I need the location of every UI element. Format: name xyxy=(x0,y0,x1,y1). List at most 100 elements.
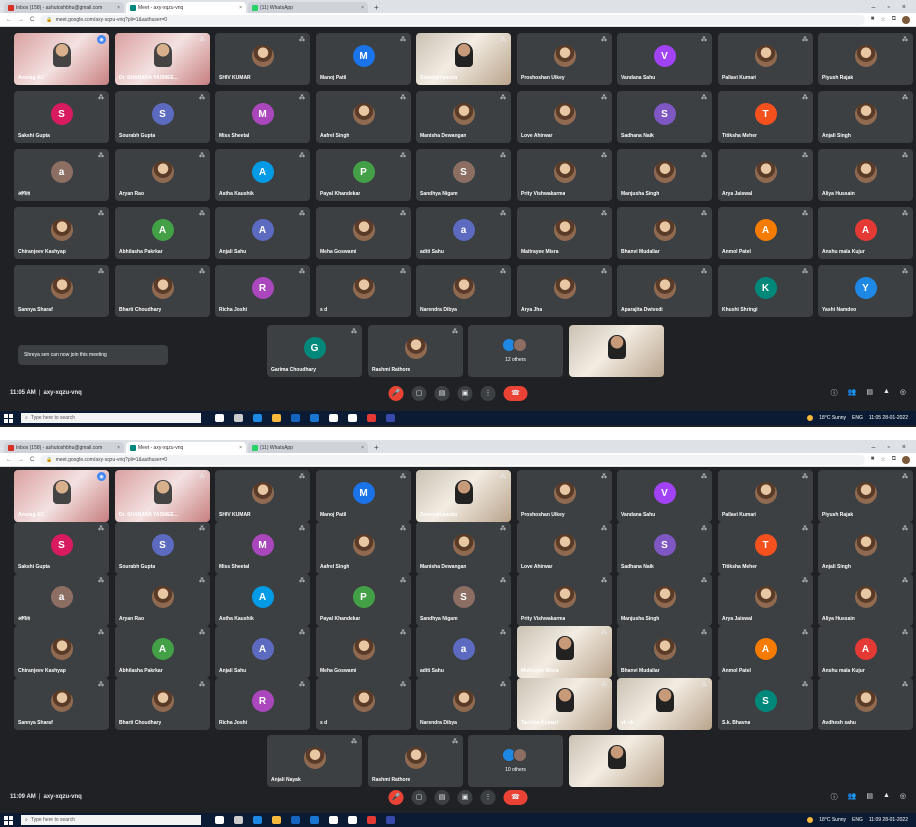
participant-tile[interactable]: ⁂ Aparajita Dwivedi xyxy=(617,265,712,317)
participant-tile[interactable]: ⁂ Pallavi Kumari xyxy=(718,470,813,522)
app2-icon[interactable] xyxy=(348,816,357,824)
participant-tile[interactable]: ⁂ s d xyxy=(316,678,411,730)
participant-tile[interactable]: ⁂ Arya Jha xyxy=(517,265,612,317)
taskbar-search[interactable]: ⌕ Type here to search xyxy=(21,413,201,423)
participant-tile[interactable]: ⁂ Rashmi Rathore xyxy=(368,735,463,787)
close-icon[interactable]: × xyxy=(902,2,906,13)
participant-tile[interactable]: Y ⁂ Yashi Namdeo xyxy=(818,265,913,317)
edge-icon[interactable] xyxy=(253,816,262,824)
participant-tile[interactable]: ⁂ SHIV KUMAR xyxy=(215,470,310,522)
mic-off-button[interactable]: 🎤 xyxy=(388,385,404,401)
activities-icon[interactable]: ▲ xyxy=(883,792,890,802)
participant-tile[interactable]: a ⁂ अर्पिता xyxy=(14,574,109,626)
participant-tile[interactable]: ⁂◉Anurag AC xyxy=(14,33,109,85)
browser-tab[interactable]: Meet - axy-xqzu-vnq × xyxy=(126,442,246,453)
clock[interactable]: 11:09 28-01-2022 xyxy=(869,817,908,823)
activities-icon[interactable]: ▲ xyxy=(883,388,890,398)
mic-off-button[interactable]: 🎤 xyxy=(388,789,404,805)
participant-tile[interactable]: ⁂ Avdhesh sahu xyxy=(818,678,913,730)
participant-tile[interactable]: ⁂ Sannya Sharaf xyxy=(14,678,109,730)
participant-tile[interactable]: M ⁂ Manoj Patil xyxy=(316,470,411,522)
participant-tile[interactable]: G ⁂ Garima Choudhary xyxy=(267,325,362,377)
participant-tile[interactable]: ⁂ Aafrel Singh xyxy=(316,522,411,574)
url-field[interactable]: 🔒 meet.google.com/axy-xqzu-vnq?pli=1&aut… xyxy=(40,454,865,465)
browser-tab[interactable]: Inbox (158) - ashutoshbhu@gmail.com × xyxy=(4,2,124,13)
reload-icon[interactable]: C xyxy=(30,457,34,463)
participant-tile[interactable]: M ⁂ Manoj Patil xyxy=(316,33,411,85)
more-options-button[interactable]: ⋮ xyxy=(480,789,496,805)
participant-tile[interactable]: ⁂ Rashmi Rathore xyxy=(368,325,463,377)
participant-tile[interactable]: S ⁂ Sandhya Nigam xyxy=(416,574,511,626)
star-icon[interactable]: ☆ xyxy=(880,456,885,464)
maximize-icon[interactable]: ▫ xyxy=(887,442,889,453)
captions-button[interactable]: ▤ xyxy=(434,385,450,401)
participant-tile[interactable]: R ⁂ Richa Joshi xyxy=(215,265,310,317)
participant-tile[interactable]: ⁂ Bhanvi Mudaliar xyxy=(617,626,712,678)
participant-tile[interactable]: ⁂ Bhanvi Mudaliar xyxy=(617,207,712,259)
participant-tile[interactable]: ⁂ Love Ahirwar xyxy=(517,522,612,574)
participant-tile[interactable]: K ⁂ Khushi Shringi xyxy=(718,265,813,317)
tab-close-icon[interactable]: × xyxy=(361,445,364,451)
info-icon[interactable]: ⓘ xyxy=(831,388,838,398)
host-controls-icon[interactable]: ◎ xyxy=(900,388,906,398)
participant-tile[interactable]: ⁂ Somenjit panda xyxy=(416,470,511,522)
minimize-icon[interactable]: – xyxy=(872,2,876,13)
participant-tile[interactable]: 12 others xyxy=(468,325,563,377)
participant-tile[interactable]: ⁂ s d xyxy=(316,265,411,317)
participant-tile[interactable]: ⁂ Somenjit panda xyxy=(416,33,511,85)
end-call-button[interactable]: ☎ xyxy=(503,789,528,805)
tab-close-icon[interactable]: × xyxy=(117,445,120,451)
participant-tile[interactable]: A ⁂ Abhilasha Pakrkar xyxy=(115,626,210,678)
participant-tile[interactable]: V ⁂ Vandana Sahu xyxy=(617,470,712,522)
forward-icon[interactable]: → xyxy=(18,457,24,463)
app-icon[interactable] xyxy=(329,414,338,422)
participant-tile[interactable]: ⁂ Tanisha Kumari xyxy=(517,678,612,730)
participant-tile[interactable]: ⁂ Proshoshan Uikey xyxy=(517,33,612,85)
captions-button[interactable]: ▤ xyxy=(434,789,450,805)
participant-tile[interactable]: ⁂ Aliya Hussain xyxy=(818,149,913,201)
chrome-icon[interactable] xyxy=(367,414,376,422)
participant-tile[interactable]: a ⁂ अर्पिता xyxy=(14,149,109,201)
participant-tile[interactable]: S ⁂ Sadhana Naik xyxy=(617,522,712,574)
participant-tile[interactable]: A ⁂ Anshu mala Kujur xyxy=(818,626,913,678)
participant-tile[interactable]: ⁂ Manisha Dewangan xyxy=(416,91,511,143)
participant-tile[interactable]: ⁂ Meha Goswami xyxy=(316,207,411,259)
windows-start-icon[interactable] xyxy=(4,413,13,423)
participant-tile[interactable]: ⁂ Narendra Dibya xyxy=(416,678,511,730)
participant-tile[interactable]: 10 others xyxy=(468,735,563,787)
present-button[interactable]: ▣ xyxy=(457,789,473,805)
participant-tile[interactable]: ⁂ Piyush Rajak xyxy=(818,470,913,522)
participant-tile[interactable]: ⁂ Chiranjeev Kashyap xyxy=(14,626,109,678)
participant-tile[interactable] xyxy=(569,325,664,377)
participant-tile[interactable]: ⁂ vk vk xyxy=(617,678,712,730)
participant-tile[interactable]: ⁂ Sannya Sharaf xyxy=(14,265,109,317)
participant-tile[interactable]: ⁂ Manisha Dewangan xyxy=(416,522,511,574)
participant-tile[interactable]: ⁂ Aryan Rao xyxy=(115,149,210,201)
people-icon[interactable]: 👥 xyxy=(848,792,857,802)
store-icon[interactable] xyxy=(291,816,300,824)
back-icon[interactable]: ← xyxy=(6,457,12,463)
chrome-icon[interactable] xyxy=(367,816,376,824)
participant-tile[interactable] xyxy=(569,735,664,787)
participant-tile[interactable]: ⁂ Prity Vishwakarma xyxy=(517,574,612,626)
participant-tile[interactable]: ⁂ Manjusha Singh xyxy=(617,149,712,201)
participant-tile[interactable]: S ⁂ Sadhana Naik xyxy=(617,91,712,143)
profile-avatar[interactable] xyxy=(902,455,910,464)
chat-icon[interactable]: ▤ xyxy=(866,388,873,398)
participant-tile[interactable]: ⁂ Dr. SHABANA YASMEE... xyxy=(115,470,210,522)
close-icon[interactable]: × xyxy=(902,442,906,453)
participant-tile[interactable]: P ⁂ Payal Khandekar xyxy=(316,149,411,201)
new-tab-button[interactable]: + xyxy=(370,2,383,13)
participant-tile[interactable]: ⁂ SHIV KUMAR xyxy=(215,33,310,85)
tab-close-icon[interactable]: × xyxy=(239,445,242,451)
participant-tile[interactable]: ⁂ Anjali Singh xyxy=(818,91,913,143)
participant-tile[interactable]: S ⁂ Sakshi Gupta xyxy=(14,91,109,143)
pin-icon[interactable]: ◉ xyxy=(97,35,106,44)
tab-close-icon[interactable]: × xyxy=(239,5,242,11)
participant-tile[interactable]: ⁂ Dr. SHABANA YASMEE... xyxy=(115,33,210,85)
participant-tile[interactable]: T ⁂ Titiksha Meher xyxy=(718,91,813,143)
participant-tile[interactable]: ⁂ Bharti Choudhary xyxy=(115,678,210,730)
chat-icon[interactable]: ▤ xyxy=(866,792,873,802)
participant-tile[interactable]: A ⁂ Anmol Patel xyxy=(718,207,813,259)
participant-tile[interactable]: ⁂ Aliya Hussain xyxy=(818,574,913,626)
